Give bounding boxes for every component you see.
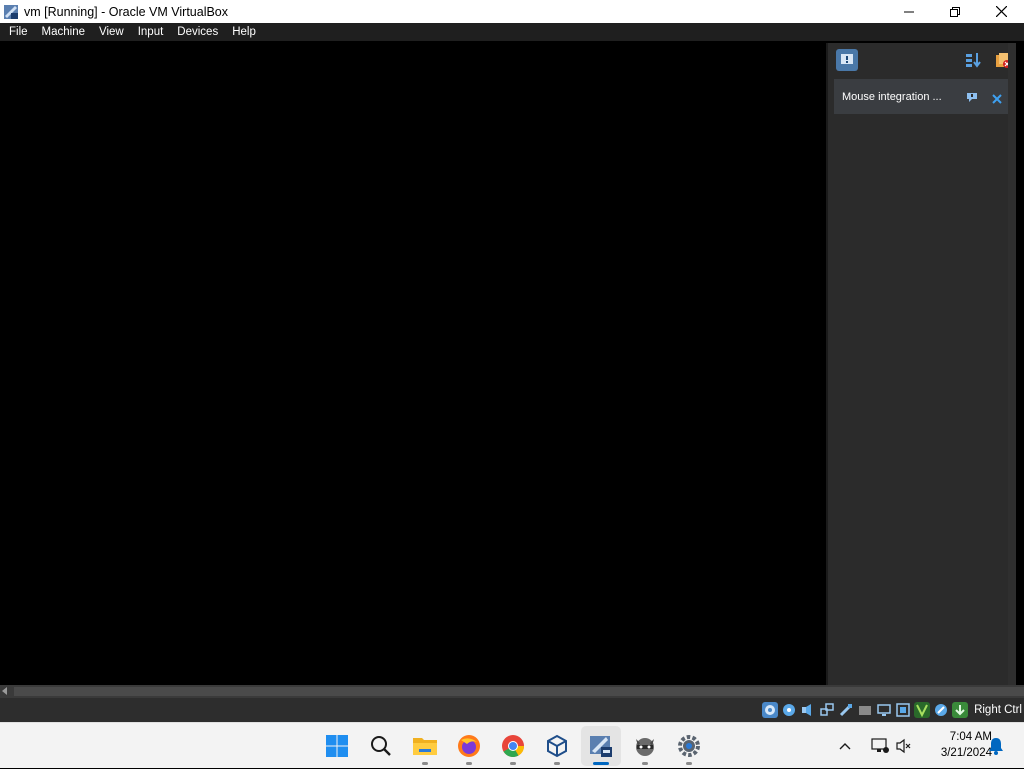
- volume-muted-icon: [896, 738, 911, 754]
- status-indicators: [762, 701, 968, 719]
- shared-folders-icon[interactable]: [857, 702, 873, 718]
- taskbar-chrome[interactable]: [493, 726, 533, 766]
- virtualbox-window: vm [Running] - Oracle VM VirtualBox File…: [0, 0, 1024, 722]
- acceleration-icon[interactable]: [914, 702, 930, 718]
- optical-drive-icon[interactable]: [781, 702, 797, 718]
- help-icon: [967, 93, 977, 102]
- notification-toolbar: [828, 43, 1018, 77]
- menu-file[interactable]: File: [2, 23, 35, 41]
- keyboard-capture-icon[interactable]: [952, 702, 968, 718]
- minimize-icon: [904, 11, 914, 12]
- notification-help-button[interactable]: [966, 90, 978, 108]
- status-bar: Right Ctrl: [0, 698, 1024, 722]
- scroll-left-arrow-icon[interactable]: [2, 687, 7, 695]
- search-icon: [371, 736, 391, 756]
- notification-center-icon: [841, 54, 853, 64]
- window-controls: [886, 0, 1024, 23]
- menu-devices[interactable]: Devices: [170, 23, 225, 41]
- close-icon: [992, 94, 1002, 104]
- running-indicator: [554, 762, 560, 765]
- taskbar-settings[interactable]: [669, 726, 709, 766]
- close-button[interactable]: [978, 0, 1024, 23]
- notification-center: Mouse integration ...: [826, 43, 1016, 685]
- title-bar[interactable]: vm [Running] - Oracle VM VirtualBox: [0, 0, 1024, 23]
- clock-time: 7:04 AM: [949, 731, 992, 743]
- restore-icon: [950, 6, 960, 17]
- taskbar-firefox[interactable]: [449, 726, 489, 766]
- windows-taskbar: 7:04 AM 3/21/2024: [0, 722, 1024, 768]
- notification-close-button[interactable]: [992, 91, 1002, 109]
- virtualbox-app-icon: [3, 4, 19, 20]
- usb-icon[interactable]: [838, 702, 854, 718]
- taskbar-virtualbox[interactable]: [537, 726, 577, 766]
- running-indicator: [422, 762, 428, 765]
- firefox-icon: [458, 735, 480, 757]
- running-indicator: [642, 762, 648, 765]
- network-status-button[interactable]: [868, 738, 892, 754]
- recording-icon[interactable]: [895, 702, 911, 718]
- notification-scrollbar[interactable]: [1008, 43, 1016, 685]
- display-icon[interactable]: [876, 702, 892, 718]
- notification-center-button[interactable]: [836, 49, 858, 71]
- notification-item[interactable]: Mouse integration ...: [834, 79, 1012, 114]
- hard-disk-icon[interactable]: [762, 702, 778, 718]
- vm-display[interactable]: [0, 41, 826, 685]
- menu-bar: File Machine View Input Devices Help: [0, 23, 1024, 41]
- menu-help[interactable]: Help: [225, 23, 263, 41]
- system-tray: [836, 723, 914, 769]
- raccoon-app-icon: [636, 738, 654, 756]
- clock-date: 3/21/2024: [940, 747, 992, 759]
- start-icon: [326, 735, 348, 757]
- show-hidden-icons-button[interactable]: [836, 742, 854, 750]
- running-indicator: [686, 762, 692, 765]
- horizontal-scrollbar[interactable]: [0, 685, 1024, 698]
- virtualbox-vm-icon: [590, 736, 612, 757]
- taskbar-file-explorer[interactable]: [405, 726, 445, 766]
- running-indicator: [466, 762, 472, 765]
- minimize-button[interactable]: [886, 0, 932, 23]
- menu-input[interactable]: Input: [131, 23, 171, 41]
- close-icon: [995, 6, 1007, 17]
- volume-button[interactable]: [894, 738, 914, 754]
- chrome-icon: [502, 735, 524, 757]
- active-indicator: [593, 762, 609, 765]
- bell-icon: [989, 738, 1003, 755]
- taskbar-virtualbox-vm[interactable]: [581, 726, 621, 766]
- menu-machine[interactable]: Machine: [35, 23, 92, 41]
- virtualbox-icon: [547, 734, 567, 758]
- sort-icon: [966, 53, 981, 68]
- start-button[interactable]: [317, 726, 357, 766]
- mouse-integration-icon[interactable]: [933, 702, 949, 718]
- notification-text: Mouse integration ...: [842, 90, 942, 103]
- menu-view[interactable]: View: [92, 23, 131, 41]
- network-icon: [871, 738, 889, 753]
- host-key-label[interactable]: Right Ctrl: [974, 698, 1022, 722]
- notifications-button[interactable]: [988, 737, 1004, 760]
- window-title: vm [Running] - Oracle VM VirtualBox: [24, 4, 229, 19]
- audio-icon[interactable]: [800, 702, 816, 718]
- maximize-button[interactable]: [932, 0, 978, 23]
- taskbar-raccoon-app[interactable]: [625, 726, 665, 766]
- sort-button[interactable]: [962, 49, 984, 71]
- running-indicator: [510, 762, 516, 765]
- taskbar-clock[interactable]: 7:04 AM 3/21/2024: [920, 729, 992, 761]
- settings-icon: [678, 735, 700, 757]
- scrollbar-thumb[interactable]: [14, 687, 1024, 696]
- network-icon[interactable]: [819, 702, 835, 718]
- file-explorer-icon: [413, 738, 437, 755]
- search-button[interactable]: [361, 726, 401, 766]
- chevron-up-icon: [839, 743, 851, 750]
